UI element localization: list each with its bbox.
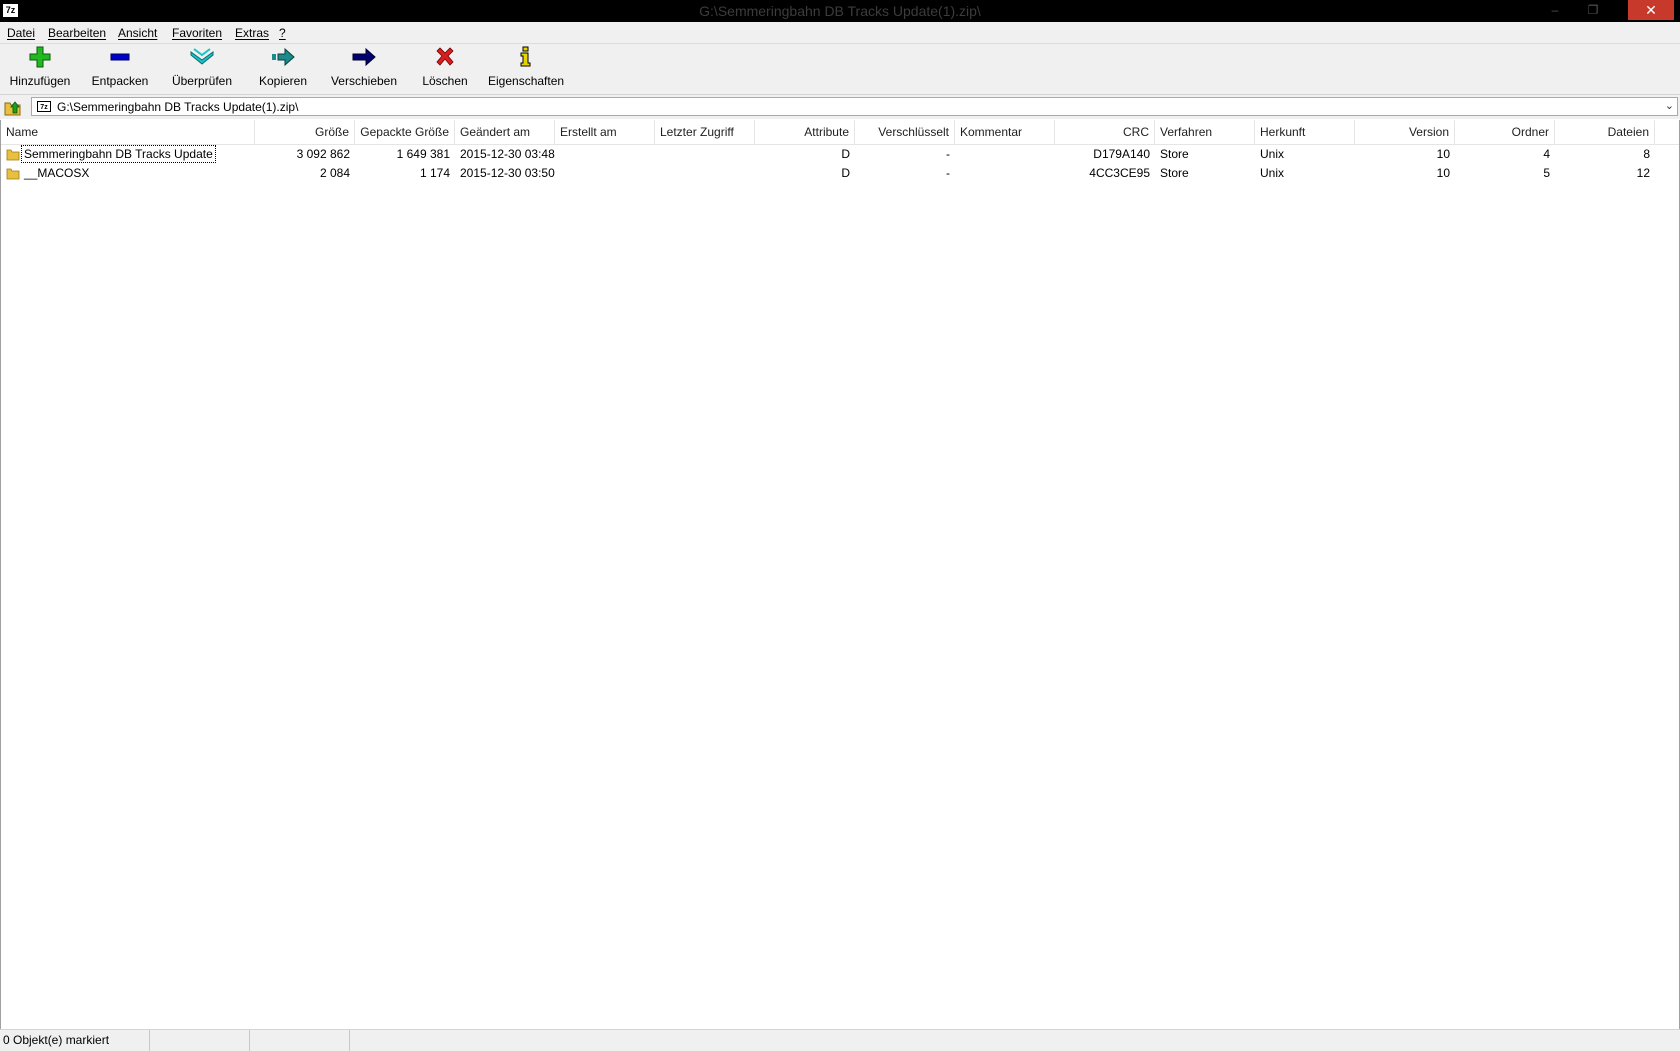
status-bar: 0 Objekt(e) markiert bbox=[0, 1029, 1680, 1051]
file-list[interactable]: Name Größe Gepackte Größe Geändert am Er… bbox=[0, 120, 1680, 1030]
column-folders[interactable]: Ordner bbox=[1455, 120, 1555, 144]
column-name[interactable]: Name bbox=[1, 120, 255, 144]
row-method: Store bbox=[1160, 166, 1189, 180]
test-button[interactable]: Überprüfen bbox=[170, 46, 234, 92]
row-host: Unix bbox=[1260, 147, 1285, 161]
copy-label: Kopieren bbox=[258, 74, 308, 88]
row-version: 10 bbox=[1436, 147, 1450, 161]
row-folders: 4 bbox=[1543, 147, 1550, 161]
move-arrow-icon bbox=[352, 47, 376, 67]
archive-icon: 7z bbox=[37, 101, 51, 112]
row-crc: D179A140 bbox=[1093, 147, 1150, 161]
extract-button[interactable]: Entpacken bbox=[90, 46, 150, 92]
row-modified: 2015-12-30 03:48 bbox=[460, 147, 555, 161]
row-version: 10 bbox=[1436, 166, 1450, 180]
delete-label: Löschen bbox=[422, 74, 468, 88]
move-label: Verschieben bbox=[330, 74, 398, 88]
column-modified[interactable]: Geändert am bbox=[455, 120, 555, 144]
row-attributes: D bbox=[841, 166, 850, 180]
row-size: 2 084 bbox=[319, 166, 350, 180]
row-name: Semmeringbahn DB Tracks Update bbox=[21, 145, 216, 163]
row-files: 8 bbox=[1643, 147, 1650, 161]
row-crc: 4CC3CE95 bbox=[1089, 166, 1150, 180]
window-title: G:\Semmeringbahn DB Tracks Update(1).zip… bbox=[699, 3, 981, 19]
delete-button[interactable]: Löschen bbox=[421, 46, 469, 92]
title-bar: 7z G:\Semmeringbahn DB Tracks Update(1).… bbox=[0, 0, 1680, 22]
test-label: Überprüfen bbox=[171, 74, 233, 88]
address-bar[interactable]: 7z G:\Semmeringbahn DB Tracks Update(1).… bbox=[31, 97, 1678, 116]
row-method: Store bbox=[1160, 147, 1189, 161]
menu-bar: Datei Bearbeiten Ansicht Favoriten Extra… bbox=[0, 22, 1680, 44]
column-crc[interactable]: CRC bbox=[1055, 120, 1155, 144]
menu-tools[interactable]: Extras bbox=[235, 26, 269, 40]
folder-icon bbox=[6, 168, 20, 180]
menu-favorites[interactable]: Favoriten bbox=[172, 26, 222, 40]
toolbar: Hinzufügen Entpacken Überprüfen Kopieren… bbox=[0, 44, 1680, 95]
info-icon bbox=[520, 46, 531, 67]
close-button[interactable]: ✕ bbox=[1628, 0, 1674, 20]
row-folders: 5 bbox=[1543, 166, 1550, 180]
status-panel-packed bbox=[250, 1030, 350, 1051]
minimize-button[interactable]: – bbox=[1540, 0, 1570, 20]
chevron-down-icon[interactable]: ⌄ bbox=[1665, 99, 1674, 112]
status-panel-size bbox=[150, 1030, 250, 1051]
row-packed: 1 174 bbox=[419, 166, 450, 180]
address-path: G:\Semmeringbahn DB Tracks Update(1).zip… bbox=[57, 100, 299, 114]
row-files: 12 bbox=[1636, 166, 1650, 180]
status-selection: 0 Objekt(e) markiert bbox=[0, 1030, 150, 1051]
copy-button[interactable]: Kopieren bbox=[255, 46, 311, 92]
row-encrypted: - bbox=[946, 147, 950, 161]
plus-icon bbox=[29, 46, 51, 68]
delete-x-icon bbox=[436, 47, 454, 66]
table-row[interactable]: __MACOSX 2 084 1 174 2015-12-30 03:50 D … bbox=[1, 164, 1679, 183]
maximize-button[interactable]: ❐ bbox=[1578, 0, 1608, 20]
column-host[interactable]: Herkunft bbox=[1255, 120, 1355, 144]
column-version[interactable]: Version bbox=[1355, 120, 1455, 144]
row-attributes: D bbox=[841, 147, 850, 161]
column-created[interactable]: Erstellt am bbox=[555, 120, 655, 144]
row-created bbox=[555, 164, 655, 183]
table-row[interactable]: Semmeringbahn DB Tracks Update 3 092 862… bbox=[1, 145, 1679, 164]
column-size[interactable]: Größe bbox=[255, 120, 355, 144]
column-comment[interactable]: Kommentar bbox=[955, 120, 1055, 144]
move-button[interactable]: Verschieben bbox=[330, 46, 398, 92]
row-packed: 1 649 381 bbox=[396, 147, 450, 161]
column-files[interactable]: Dateien bbox=[1555, 120, 1655, 144]
row-comment bbox=[955, 164, 1055, 183]
extract-label: Entpacken bbox=[91, 74, 149, 88]
column-encrypted[interactable]: Verschlüsselt bbox=[855, 120, 955, 144]
status-panel-info bbox=[350, 1030, 1680, 1051]
properties-button[interactable]: Eigenschaften bbox=[488, 46, 564, 92]
properties-label: Eigenschaften bbox=[488, 74, 565, 88]
row-created bbox=[555, 145, 655, 164]
check-icon bbox=[190, 48, 214, 65]
row-comment bbox=[955, 145, 1055, 164]
row-size: 3 092 862 bbox=[296, 147, 350, 161]
column-packed[interactable]: Gepackte Größe bbox=[355, 120, 455, 144]
row-host: Unix bbox=[1260, 166, 1285, 180]
menu-edit[interactable]: Bearbeiten bbox=[48, 26, 106, 40]
address-row: 7z G:\Semmeringbahn DB Tracks Update(1).… bbox=[0, 95, 1680, 119]
menu-view[interactable]: Ansicht bbox=[118, 26, 157, 40]
folder-icon bbox=[6, 149, 20, 161]
row-encrypted: - bbox=[946, 166, 950, 180]
column-accessed[interactable]: Letzter Zugriff bbox=[655, 120, 755, 144]
menu-file[interactable]: Datei bbox=[7, 26, 35, 40]
folder-up-icon[interactable] bbox=[4, 98, 22, 116]
minus-icon bbox=[110, 53, 130, 61]
column-header-row: Name Größe Gepackte Größe Geändert am Er… bbox=[1, 120, 1679, 145]
copy-arrow-icon bbox=[272, 47, 295, 67]
column-attributes[interactable]: Attribute bbox=[755, 120, 855, 144]
menu-help[interactable]: ? bbox=[279, 26, 286, 40]
add-button[interactable]: Hinzufügen bbox=[8, 46, 72, 92]
column-method[interactable]: Verfahren bbox=[1155, 120, 1255, 144]
row-name: __MACOSX bbox=[24, 166, 90, 180]
add-label: Hinzufügen bbox=[9, 74, 71, 88]
row-modified: 2015-12-30 03:50 bbox=[460, 166, 555, 180]
row-accessed bbox=[655, 164, 755, 183]
row-accessed bbox=[655, 145, 755, 164]
